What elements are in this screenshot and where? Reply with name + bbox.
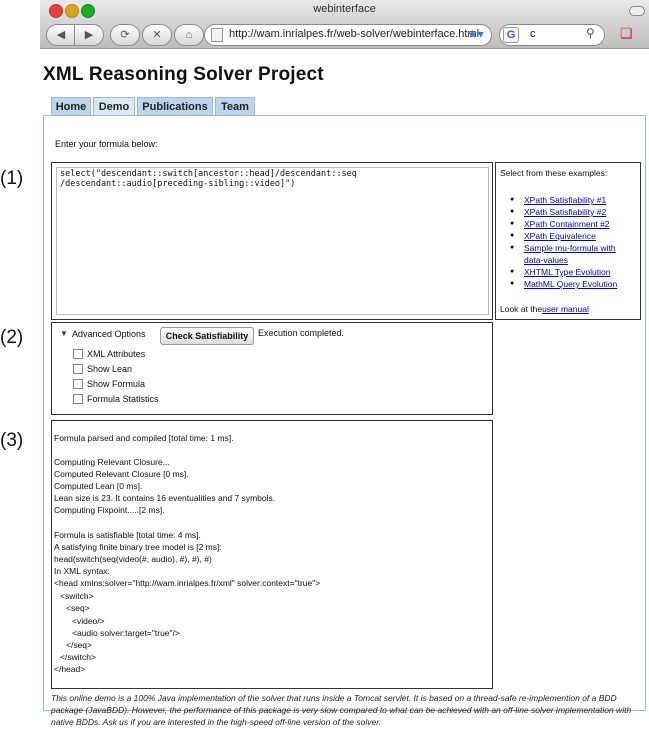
toolbar-toggle-button[interactable]	[629, 6, 645, 16]
output-line: <video/>	[72, 616, 105, 626]
example-link-xpath-containment-2[interactable]: XPath Containment #2	[524, 219, 610, 229]
tab-team[interactable]: Team	[215, 97, 255, 116]
example-item: XPath Satisfiability #1	[510, 194, 636, 206]
option-label: Formula Statistics	[87, 394, 159, 404]
output-line: A satisfying finite binary tree model is…	[54, 542, 222, 552]
reload-button[interactable]: ⟳	[110, 24, 140, 46]
tab-demo[interactable]: Demo	[93, 97, 135, 116]
zoom-window-icon[interactable]	[81, 4, 95, 18]
example-item: Sample mu-formula with data-values	[510, 242, 636, 266]
back-arrow-icon: ◀	[56, 29, 66, 41]
footer-note: This online demo is a 100% Java implemen…	[51, 693, 632, 727]
output-line: <head xmlns:solver="http://wam.inrialpes…	[54, 578, 321, 588]
window-titlebar: webinterface	[40, 0, 649, 20]
stop-button[interactable]: ✕	[142, 24, 172, 46]
output-line: Formula parsed and compiled [total time:…	[54, 433, 234, 443]
back-button[interactable]: ◀	[46, 24, 76, 46]
check-satisfiability-button[interactable]: Check Satisfiability	[160, 327, 254, 345]
output-line: </switch>	[60, 652, 96, 662]
manual-prefix: Look at the	[500, 304, 543, 314]
example-link-xpath-satisfiability-1[interactable]: XPath Satisfiability #1	[524, 195, 606, 205]
formula-panel: select("descendant::switch[ancestor::hea…	[51, 162, 493, 320]
forward-arrow-icon: ▶	[84, 29, 94, 41]
formula-prompt: Enter your formula below:	[55, 139, 158, 149]
formula-statistics-checkbox[interactable]	[73, 393, 83, 404]
home-button[interactable]: ⌂	[174, 24, 204, 46]
example-link-xpath-satisfiability-2[interactable]: XPath Satisfiability #2	[524, 207, 606, 217]
output-line: <switch>	[60, 591, 94, 601]
page-menu-icon[interactable]: ❏	[620, 25, 633, 42]
marker-3: (3)	[0, 430, 24, 451]
output-line: Computed Lean [0 ms].	[54, 481, 143, 491]
examples-panel: Select from these examples: XPath Satisf…	[495, 162, 641, 320]
example-item: XPath Equivalence	[510, 230, 636, 242]
user-manual-link[interactable]: user manual	[542, 304, 589, 314]
examples-heading: Select from these examples:	[500, 168, 608, 178]
url-text[interactable]: http://wam.inrialpes.fr/web-solver/webin…	[229, 28, 479, 40]
search-engine-icon[interactable]: G	[503, 27, 519, 43]
output-line: In XML syntax:	[54, 566, 110, 576]
search-box[interactable]: G c ⚲	[499, 24, 605, 46]
xml-attributes-checkbox[interactable]	[73, 348, 83, 359]
example-link-mu-formula[interactable]: Sample mu-formula with data-values	[524, 243, 616, 265]
option-xml-attributes[interactable]: XML Attributes	[73, 348, 146, 360]
option-label: Show Formula	[87, 379, 146, 389]
search-input[interactable]: c	[530, 28, 536, 40]
advanced-options-toggle[interactable]: Advanced Options	[72, 329, 146, 339]
option-show-lean[interactable]: Show Lean	[73, 363, 133, 375]
examples-list: XPath Satisfiability #1 XPath Satisfiabi…	[510, 194, 636, 290]
output-line: <audio solver:target="true"/>	[72, 628, 180, 638]
show-formula-checkbox[interactable]	[73, 378, 83, 389]
output-line: Computed Relevant Closure [0 ms].	[54, 469, 189, 479]
output-line: </head>	[54, 664, 86, 674]
marker-2: (2)	[0, 327, 24, 348]
example-link-xpath-equivalence[interactable]: XPath Equivalence	[524, 231, 596, 241]
example-item: XPath Satisfiability #2	[510, 206, 636, 218]
option-label: XML Attributes	[87, 349, 146, 359]
options-panel: ▼ Advanced Options Check Satisfiability …	[51, 322, 493, 415]
close-window-icon[interactable]	[49, 4, 63, 18]
example-link-xhtml-type-evolution[interactable]: XHTML Type Evolution	[524, 267, 610, 277]
option-formula-statistics[interactable]: Formula Statistics	[73, 393, 159, 405]
home-icon: ⌂	[185, 29, 193, 41]
bookmark-star-icon[interactable]: ★▾	[467, 27, 484, 41]
tab-home[interactable]: Home	[51, 97, 91, 116]
show-lean-checkbox[interactable]	[73, 363, 83, 374]
address-bar[interactable]: http://wam.inrialpes.fr/web-solver/webin…	[204, 24, 492, 46]
output-line: </seq>	[66, 640, 92, 650]
output-line: head(switch(seq(video(#, audio), #), #),…	[54, 554, 212, 564]
output-line: Formula is satisfiable [total time: 4 ms…	[54, 530, 201, 540]
marker-1: (1)	[0, 168, 24, 189]
search-icon[interactable]: ⚲	[586, 26, 595, 40]
output-line: Lean size is 23. It contains 16 eventual…	[54, 493, 276, 503]
option-show-formula[interactable]: Show Formula	[73, 378, 146, 390]
example-item: XHTML Type Evolution	[510, 266, 636, 278]
option-label: Show Lean	[87, 364, 133, 374]
window-title: webinterface	[313, 3, 376, 15]
formula-text[interactable]: select("descendant::switch[ancestor::hea…	[60, 169, 485, 189]
stop-icon: ✕	[152, 29, 162, 41]
formula-textarea[interactable]: select("descendant::switch[ancestor::hea…	[56, 167, 489, 315]
tab-publications[interactable]: Publications	[137, 97, 213, 116]
manual-line: Look at theuser manual	[500, 304, 589, 314]
solver-output-panel: Formula parsed and compiled [total time:…	[51, 420, 493, 689]
output-line: Computing Fixpoint.....[2 ms].	[54, 505, 165, 515]
page-icon	[211, 28, 223, 42]
reload-icon: ⟳	[120, 29, 130, 41]
output-line: <seq>	[66, 603, 90, 613]
minimize-window-icon[interactable]	[65, 4, 79, 18]
example-link-mathml-query-evolution[interactable]: MathML Query Evolution	[524, 279, 617, 289]
example-item: XPath Containment #2	[510, 218, 636, 230]
disclosure-triangle-icon[interactable]: ▼	[60, 329, 68, 338]
output-line: Computing Relevant Closure...	[54, 457, 170, 467]
page-title: XML Reasoning Solver Project	[43, 64, 324, 85]
forward-button[interactable]: ▶	[74, 24, 104, 46]
execution-status: Execution completed.	[258, 328, 345, 338]
example-item: MathML Query Evolution	[510, 278, 636, 290]
